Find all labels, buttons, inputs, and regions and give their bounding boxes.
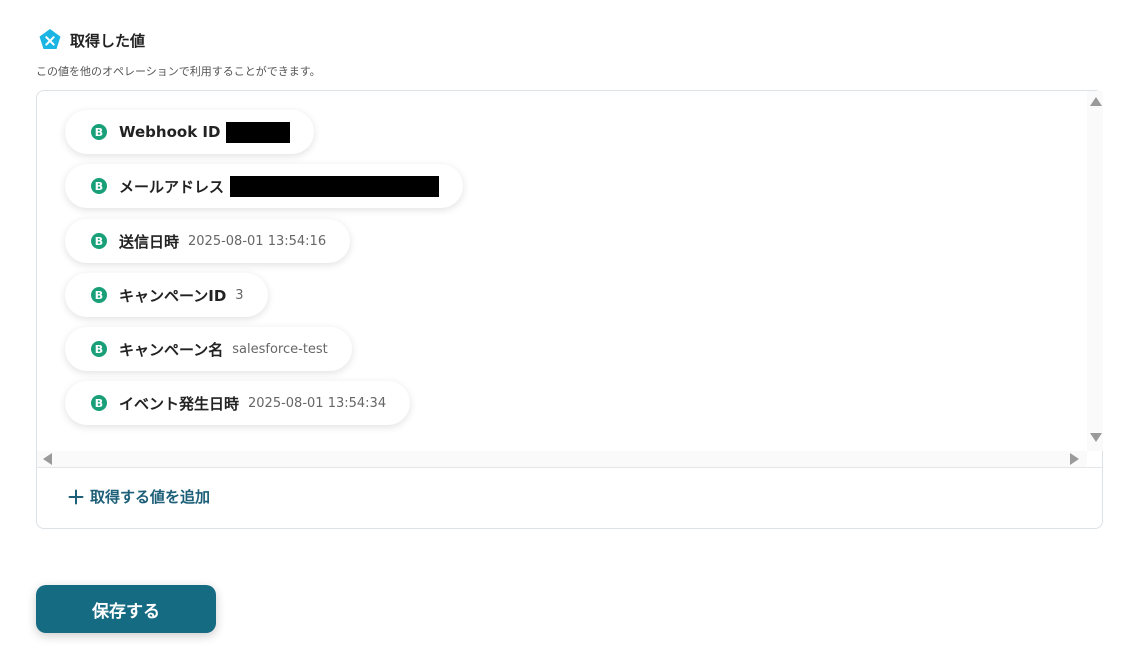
scroll-down-icon[interactable] xyxy=(1090,433,1102,442)
values-list: B Webhook ID B メールアドレス B 送信日時 2025-08-01… xyxy=(37,91,1087,467)
values-panel: B Webhook ID B メールアドレス B 送信日時 2025-08-01… xyxy=(36,90,1103,529)
value-item-sent-datetime[interactable]: B 送信日時 2025-08-01 13:54:16 xyxy=(65,219,351,263)
plus-icon xyxy=(68,489,84,504)
value-text: 2025-08-01 13:54:34 xyxy=(248,395,387,411)
value-label: キャンペーン名 xyxy=(119,340,224,359)
value-label: キャンペーンID xyxy=(119,286,227,305)
scroll-left-icon[interactable] xyxy=(43,453,52,465)
value-item-campaign-id[interactable]: B キャンペーンID 3 xyxy=(65,273,268,317)
panel-divider xyxy=(37,467,1102,468)
horizontal-scrollbar[interactable] xyxy=(37,451,1087,467)
redacted-value xyxy=(230,175,440,197)
value-label: メールアドレス xyxy=(119,177,225,196)
b-circle-icon: B xyxy=(91,178,107,194)
value-item-email[interactable]: B メールアドレス xyxy=(65,164,464,208)
b-circle-icon: B xyxy=(91,233,107,249)
value-text: 3 xyxy=(235,287,244,303)
add-value-label: 取得する値を追加 xyxy=(90,488,211,506)
scroll-right-icon[interactable] xyxy=(1070,453,1079,465)
section-description: この値を他のオペレーションで利用することができます。 xyxy=(36,65,321,78)
value-text: 2025-08-01 13:54:16 xyxy=(188,233,327,249)
b-circle-icon: B xyxy=(91,287,107,303)
section-header: 取得した値 xyxy=(38,28,145,52)
value-label: Webhook ID xyxy=(119,123,221,141)
add-value-button[interactable]: 取得する値を追加 xyxy=(68,486,210,507)
value-item-campaign-name[interactable]: B キャンペーン名 salesforce-test xyxy=(65,327,352,371)
section-title: 取得した値 xyxy=(70,31,146,50)
value-label: イベント発生日時 xyxy=(119,394,240,413)
vertical-scrollbar[interactable] xyxy=(1087,91,1103,451)
value-label: 送信日時 xyxy=(119,232,180,251)
b-circle-icon: B xyxy=(91,395,107,411)
value-item-event-datetime[interactable]: B イベント発生日時 2025-08-01 13:54:34 xyxy=(65,381,411,425)
redacted-value xyxy=(226,121,291,143)
scroll-up-icon[interactable] xyxy=(1090,97,1102,106)
save-button[interactable]: 保存する xyxy=(36,585,216,633)
value-text: salesforce-test xyxy=(232,341,328,357)
x-pentagon-icon xyxy=(39,29,61,49)
b-circle-icon: B xyxy=(91,341,107,357)
b-circle-icon: B xyxy=(91,124,107,140)
value-item-webhook-id[interactable]: B Webhook ID xyxy=(65,110,315,154)
